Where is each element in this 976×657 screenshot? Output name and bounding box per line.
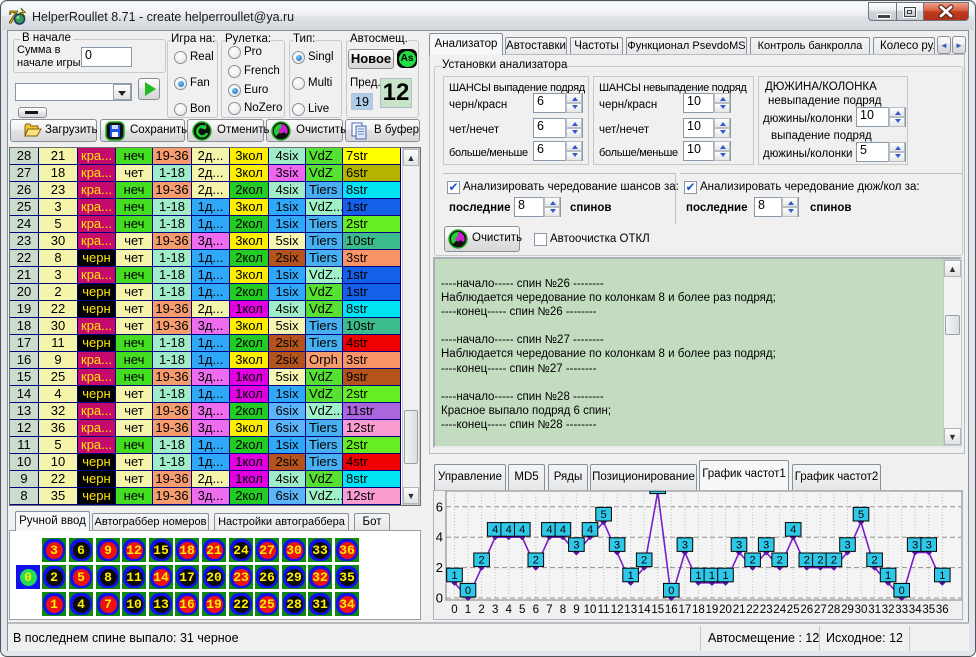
- svg-text:35: 35: [922, 604, 935, 616]
- svg-text:2: 2: [436, 560, 443, 575]
- svg-text:0: 0: [465, 585, 471, 597]
- svg-text:14: 14: [638, 604, 651, 616]
- svg-text:0: 0: [436, 591, 443, 606]
- svg-text:4: 4: [790, 524, 796, 536]
- svg-text:4: 4: [492, 524, 498, 536]
- svg-text:2: 2: [478, 604, 484, 616]
- svg-text:22: 22: [746, 604, 759, 616]
- svg-text:24: 24: [773, 604, 786, 616]
- svg-text:3: 3: [573, 539, 579, 551]
- svg-text:4: 4: [505, 604, 512, 616]
- svg-text:1: 1: [465, 604, 471, 616]
- svg-text:1: 1: [628, 570, 634, 582]
- svg-text:29: 29: [841, 604, 854, 616]
- svg-text:21: 21: [733, 604, 746, 616]
- svg-text:2: 2: [817, 555, 823, 567]
- svg-text:23: 23: [760, 604, 773, 616]
- svg-text:3: 3: [763, 539, 769, 551]
- svg-text:31: 31: [868, 604, 881, 616]
- svg-text:4: 4: [560, 524, 566, 536]
- svg-text:2: 2: [777, 555, 783, 567]
- svg-text:5: 5: [858, 509, 864, 521]
- svg-text:2: 2: [479, 555, 485, 567]
- svg-text:1: 1: [885, 570, 891, 582]
- svg-text:9: 9: [573, 604, 579, 616]
- svg-text:1: 1: [939, 570, 945, 582]
- svg-text:19: 19: [706, 604, 719, 616]
- svg-text:3: 3: [492, 604, 498, 616]
- svg-text:3: 3: [912, 539, 918, 551]
- svg-text:2: 2: [872, 555, 878, 567]
- svg-text:4: 4: [587, 524, 593, 536]
- svg-text:26: 26: [800, 604, 813, 616]
- svg-text:13: 13: [624, 604, 637, 616]
- svg-text:15: 15: [651, 604, 664, 616]
- svg-text:6: 6: [533, 604, 539, 616]
- svg-text:2: 2: [831, 555, 837, 567]
- svg-text:3: 3: [736, 539, 742, 551]
- svg-text:34: 34: [909, 604, 922, 616]
- svg-text:1: 1: [709, 570, 715, 582]
- svg-text:1: 1: [722, 570, 728, 582]
- svg-text:0: 0: [899, 585, 905, 597]
- svg-text:33: 33: [895, 604, 908, 616]
- svg-text:18: 18: [692, 604, 705, 616]
- svg-text:2: 2: [533, 555, 539, 567]
- svg-text:4: 4: [506, 524, 512, 536]
- svg-text:25: 25: [787, 604, 800, 616]
- svg-text:4: 4: [546, 524, 552, 536]
- svg-text:8: 8: [560, 604, 566, 616]
- svg-text:5: 5: [601, 509, 607, 521]
- svg-text:7: 7: [546, 604, 552, 616]
- svg-text:1: 1: [451, 570, 457, 582]
- svg-text:4: 4: [519, 524, 525, 536]
- svg-text:3: 3: [926, 539, 932, 551]
- svg-text:3: 3: [844, 539, 850, 551]
- svg-text:17: 17: [679, 604, 692, 616]
- svg-text:3: 3: [614, 539, 620, 551]
- svg-text:2: 2: [804, 555, 810, 567]
- svg-text:20: 20: [719, 604, 732, 616]
- svg-text:10: 10: [584, 604, 597, 616]
- svg-text:4: 4: [436, 530, 443, 545]
- svg-text:0: 0: [451, 604, 457, 616]
- svg-text:28: 28: [828, 604, 841, 616]
- svg-text:12: 12: [611, 604, 624, 616]
- svg-text:5: 5: [519, 604, 525, 616]
- svg-text:30: 30: [855, 604, 868, 616]
- svg-text:2: 2: [750, 555, 756, 567]
- svg-text:1: 1: [695, 570, 701, 582]
- svg-text:11: 11: [598, 604, 610, 616]
- svg-text:16: 16: [665, 604, 678, 616]
- svg-text:32: 32: [882, 604, 895, 616]
- svg-text:0: 0: [668, 585, 674, 597]
- svg-text:2: 2: [641, 555, 647, 567]
- svg-text:3: 3: [682, 539, 688, 551]
- svg-text:6: 6: [436, 499, 443, 514]
- svg-text:36: 36: [936, 604, 949, 616]
- svg-text:27: 27: [814, 604, 827, 616]
